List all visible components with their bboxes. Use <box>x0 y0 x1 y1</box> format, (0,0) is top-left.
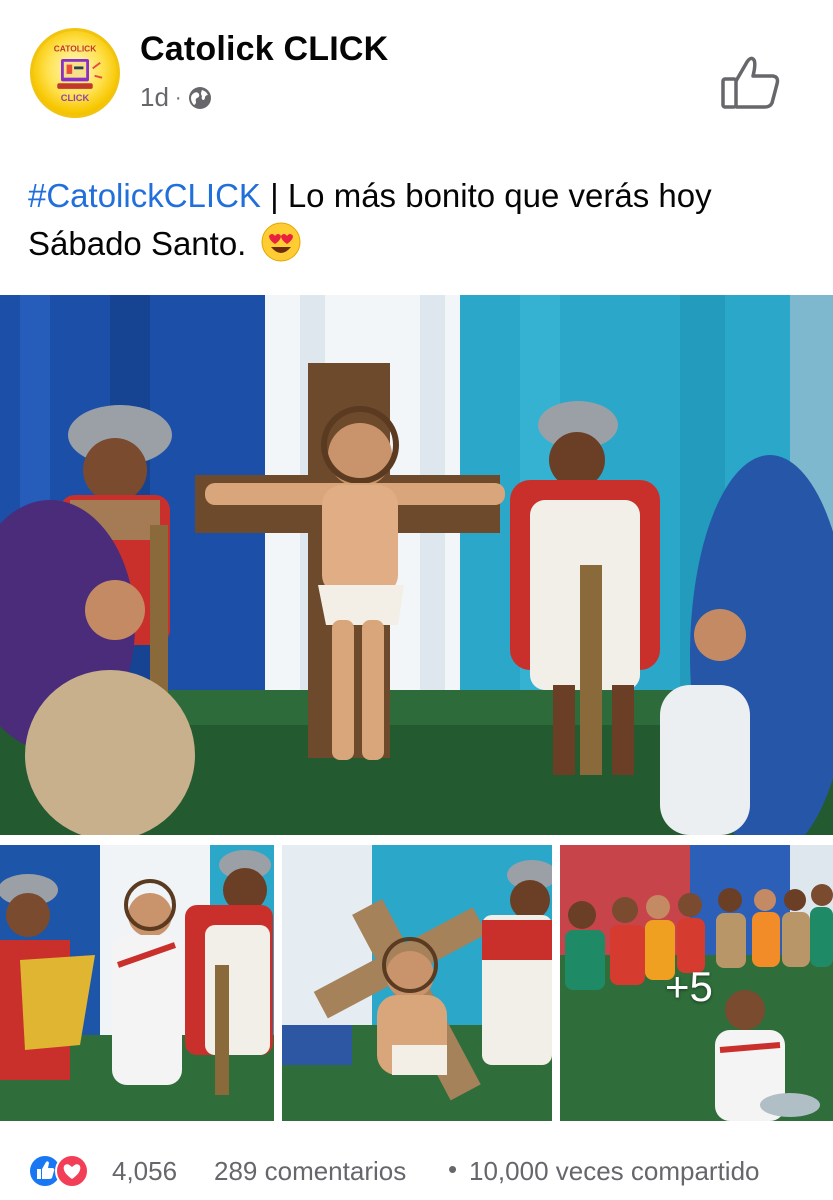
meta-separator: · <box>174 86 182 109</box>
soldiers-and-jesus-photo <box>0 845 274 1121</box>
globe-icon[interactable] <box>188 86 212 110</box>
gallery-photo-main[interactable] <box>0 295 833 835</box>
gallery-photo-2[interactable] <box>0 845 274 1121</box>
svg-text:CLICK: CLICK <box>61 93 90 103</box>
thumbs-up-icon <box>721 56 780 109</box>
page-avatar[interactable]: CATOLICK CLICK <box>30 28 120 118</box>
catolick-logo-icon: CATOLICK CLICK <box>54 44 103 103</box>
crucifixion-play-photo <box>0 295 833 835</box>
svg-text:CATOLICK: CATOLICK <box>54 44 97 54</box>
reaction-count[interactable]: 4,056 <box>112 1156 177 1187</box>
more-photos-count: +5 <box>665 963 713 1010</box>
gallery-photo-3[interactable] <box>282 845 552 1121</box>
like-page-button[interactable] <box>718 54 782 112</box>
post-header: CATOLICK CLICK Catolick CLICK 1d · <box>0 0 833 140</box>
reaction-icons[interactable] <box>28 1154 106 1188</box>
post-meta: 1d · <box>140 82 212 113</box>
love-reaction-icon <box>55 1154 89 1188</box>
carrying-cross-photo <box>282 845 552 1121</box>
comments-count-link[interactable]: 289 comentarios <box>214 1156 406 1187</box>
post-caption: #CatolickCLICK | Lo más bonito que verás… <box>28 172 818 268</box>
page-name-link[interactable]: Catolick CLICK <box>140 30 388 69</box>
heart-eyes-emoji-icon <box>260 221 302 263</box>
post-stats-bar: 4,056 289 comentarios • 10,000 veces com… <box>0 1140 833 1200</box>
hashtag-link[interactable]: #CatolickCLICK <box>28 177 261 214</box>
post-time[interactable]: 1d <box>140 82 169 113</box>
shares-count-link[interactable]: 10,000 veces compartido <box>469 1156 760 1187</box>
gallery-photo-more[interactable]: +5 <box>560 845 833 1121</box>
stats-separator: • <box>448 1154 458 1184</box>
